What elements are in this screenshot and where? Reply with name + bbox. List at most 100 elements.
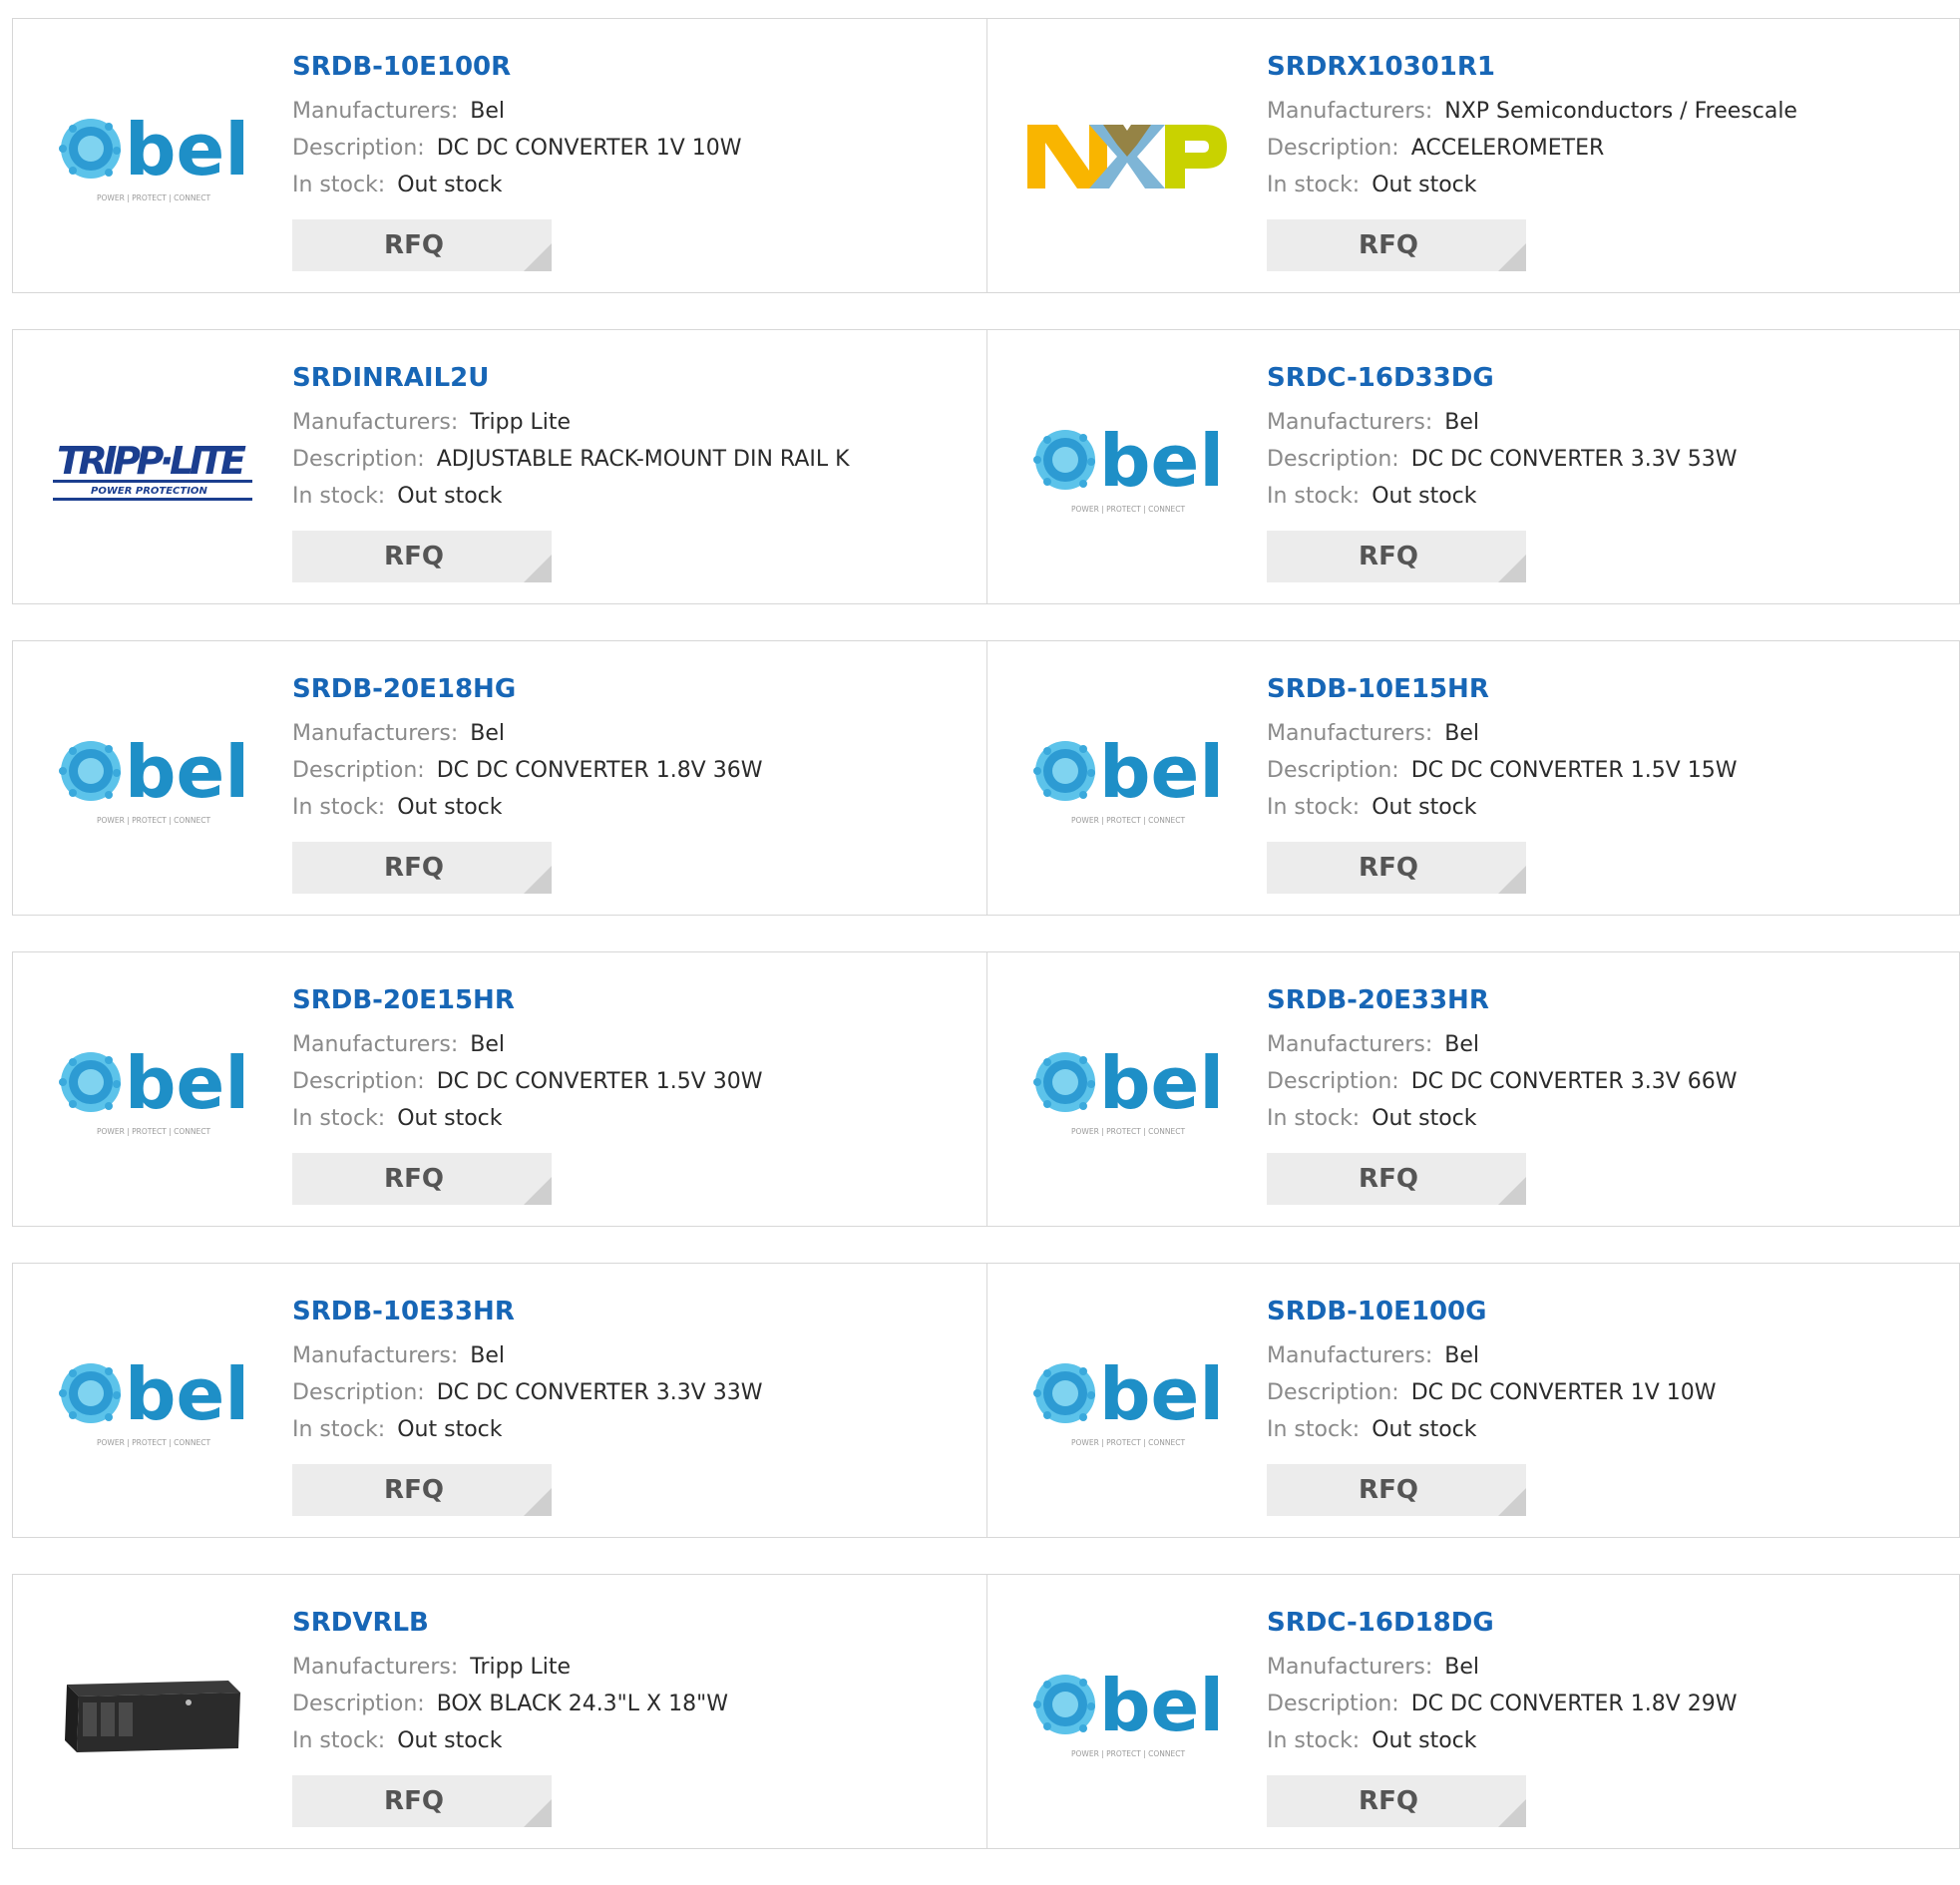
stock-label: In stock:: [1267, 1417, 1361, 1442]
part-number-link[interactable]: SRDB-10E100R: [292, 49, 977, 85]
description-line: Description: DC DC CONVERTER 3.3V 53W: [1267, 441, 1949, 478]
rfq-button[interactable]: RFQ: [292, 842, 552, 894]
rfq-button[interactable]: RFQ: [292, 1153, 552, 1205]
manufacturer-value: Bel: [470, 99, 506, 124]
rfq-button[interactable]: RFQ: [1267, 219, 1526, 271]
part-number-link[interactable]: SRDB-20E33HR: [1267, 982, 1949, 1018]
stock-label: In stock:: [292, 1728, 386, 1753]
rfq-button[interactable]: RFQ: [1267, 842, 1526, 894]
rfq-button[interactable]: RFQ: [1267, 531, 1526, 582]
description-value: DC DC CONVERTER 3.3V 53W: [1410, 447, 1738, 472]
stock-line: In stock: Out stock: [292, 789, 977, 826]
stock-label: In stock:: [292, 484, 386, 509]
manufacturer-label: Manufacturers:: [1267, 1343, 1433, 1368]
stock-label: In stock:: [292, 173, 386, 197]
rfq-button[interactable]: RFQ: [1267, 1464, 1526, 1516]
rfq-button[interactable]: RFQ: [292, 1464, 552, 1516]
svg-text:POWER | PROTECT | CONNECT: POWER | PROTECT | CONNECT: [1071, 816, 1185, 825]
product-info: SRDB-20E15HR Manufacturers: Bel Descripti…: [292, 982, 977, 1137]
black-box-product-image: [53, 1659, 252, 1766]
product-card: bel POWER | PROTECT | CONNECT SRDC-16D18…: [987, 1574, 1960, 1849]
stock-label: In stock:: [292, 1106, 386, 1131]
description-label: Description:: [292, 1692, 425, 1716]
manufacturer-value: Tripp Lite: [470, 1655, 572, 1680]
rfq-button[interactable]: RFQ: [1267, 1775, 1526, 1827]
part-number-link[interactable]: SRDC-16D33DG: [1267, 360, 1949, 396]
description-value: DC DC CONVERTER 1.5V 30W: [436, 1069, 763, 1094]
bel-logo: bel POWER | PROTECT | CONNECT: [1027, 725, 1227, 833]
description-line: Description: DC DC CONVERTER 1.5V 30W: [292, 1063, 977, 1100]
svg-text:bel: bel: [125, 1041, 249, 1125]
description-value: BOX BLACK 24.3"L X 18"W: [436, 1692, 728, 1716]
product-row: bel POWER | PROTECT | CONNECT SRDB-20E18…: [12, 640, 1960, 916]
description-value: DC DC CONVERTER 3.3V 33W: [436, 1380, 763, 1405]
rfq-button[interactable]: RFQ: [292, 1775, 552, 1827]
svg-text:TRIPP·LITE: TRIPP·LITE: [57, 439, 246, 483]
part-number-link[interactable]: SRDVRLB: [292, 1605, 977, 1641]
product-card: bel POWER | PROTECT | CONNECT SRDC-16D33…: [987, 329, 1960, 604]
product-card: TRIPP·LITE POWER PROTECTION SRDINRAIL2U …: [12, 329, 987, 604]
manufacturer-line: Manufacturers: Bel: [1267, 715, 1949, 752]
stock-label: In stock:: [292, 1417, 386, 1442]
description-line: Description: DC DC CONVERTER 3.3V 33W: [292, 1374, 977, 1411]
svg-text:bel: bel: [1099, 1041, 1224, 1125]
product-card: bel POWER | PROTECT | CONNECT SRDB-10E33…: [12, 1263, 987, 1538]
stock-line: In stock: Out stock: [1267, 1722, 1949, 1759]
rfq-label: RFQ: [1359, 542, 1418, 571]
rfq-button[interactable]: RFQ: [292, 219, 552, 271]
product-card: bel POWER | PROTECT | CONNECT SRDB-20E15…: [12, 951, 987, 1227]
part-number-link[interactable]: SRDC-16D18DG: [1267, 1605, 1949, 1641]
manufacturer-line: Manufacturers: Bel: [292, 715, 977, 752]
description-label: Description:: [1267, 1069, 1399, 1094]
product-info: SRDB-20E18HG Manufacturers: Bel Descripti…: [292, 671, 977, 826]
stock-line: In stock: Out stock: [1267, 167, 1949, 203]
svg-text:bel: bel: [1099, 1352, 1224, 1436]
stock-line: In stock: Out stock: [1267, 1100, 1949, 1137]
part-number-link[interactable]: SRDB-10E15HR: [1267, 671, 1949, 707]
manufacturer-line: Manufacturers: Bel: [292, 1337, 977, 1374]
product-row: SRDVRLB Manufacturers: Tripp Lite Descrip…: [12, 1574, 1960, 1849]
product-info: SRDINRAIL2U Manufacturers: Tripp Lite Des…: [292, 360, 977, 515]
part-number-link[interactable]: SRDB-10E33HR: [292, 1294, 977, 1329]
manufacturer-line: Manufacturers: Bel: [292, 93, 977, 130]
stock-line: In stock: Out stock: [292, 478, 977, 515]
manufacturer-label: Manufacturers:: [1267, 721, 1433, 746]
stock-line: In stock: Out stock: [292, 1100, 977, 1137]
product-card: SRDRX10301R1 Manufacturers: NXP Semicondu…: [987, 18, 1960, 293]
rfq-button[interactable]: RFQ: [1267, 1153, 1526, 1205]
stock-line: In stock: Out stock: [292, 167, 977, 203]
product-row: bel POWER | PROTECT | CONNECT SRDB-10E10…: [12, 18, 1960, 293]
bel-logo: bel POWER | PROTECT | CONNECT: [53, 725, 252, 833]
manufacturer-line: Manufacturers: Tripp Lite: [292, 404, 977, 441]
svg-text:POWER | PROTECT | CONNECT: POWER | PROTECT | CONNECT: [1071, 1438, 1185, 1447]
description-line: Description: DC DC CONVERTER 1.8V 29W: [1267, 1686, 1949, 1722]
manufacturer-line: Manufacturers: Bel: [1267, 1649, 1949, 1686]
product-card: bel POWER | PROTECT | CONNECT SRDB-20E18…: [12, 640, 987, 916]
description-value: DC DC CONVERTER 1.8V 29W: [1410, 1692, 1738, 1716]
stock-value: Out stock: [397, 1106, 503, 1131]
stock-line: In stock: Out stock: [1267, 789, 1949, 826]
rfq-button[interactable]: RFQ: [292, 531, 552, 582]
part-number-link[interactable]: SRDB-20E18HG: [292, 671, 977, 707]
manufacturer-line: Manufacturers: Bel: [1267, 1026, 1949, 1063]
part-number-link[interactable]: SRDB-10E100G: [1267, 1294, 1949, 1329]
description-label: Description:: [292, 136, 425, 161]
svg-text:bel: bel: [1099, 730, 1224, 814]
manufacturer-value: Tripp Lite: [470, 410, 572, 435]
product-row: bel POWER | PROTECT | CONNECT SRDB-10E33…: [12, 1263, 1960, 1538]
stock-value: Out stock: [397, 173, 503, 197]
bel-logo: bel POWER | PROTECT | CONNECT: [1027, 1036, 1227, 1144]
description-line: Description: ACCELEROMETER: [1267, 130, 1949, 167]
svg-text:POWER | PROTECT | CONNECT: POWER | PROTECT | CONNECT: [1071, 1749, 1185, 1758]
manufacturer-line: Manufacturers: Tripp Lite: [292, 1649, 977, 1686]
part-number-link[interactable]: SRDB-20E15HR: [292, 982, 977, 1018]
tripplite-logo: TRIPP·LITE POWER PROTECTION: [53, 414, 252, 522]
part-number-link[interactable]: SRDRX10301R1: [1267, 49, 1949, 85]
stock-value: Out stock: [1372, 1728, 1477, 1753]
stock-label: In stock:: [1267, 173, 1361, 197]
part-number-link[interactable]: SRDINRAIL2U: [292, 360, 977, 396]
description-label: Description:: [292, 1380, 425, 1405]
description-label: Description:: [1267, 447, 1399, 472]
description-value: DC DC CONVERTER 1.8V 36W: [436, 758, 763, 783]
svg-text:bel: bel: [1099, 1664, 1224, 1747]
